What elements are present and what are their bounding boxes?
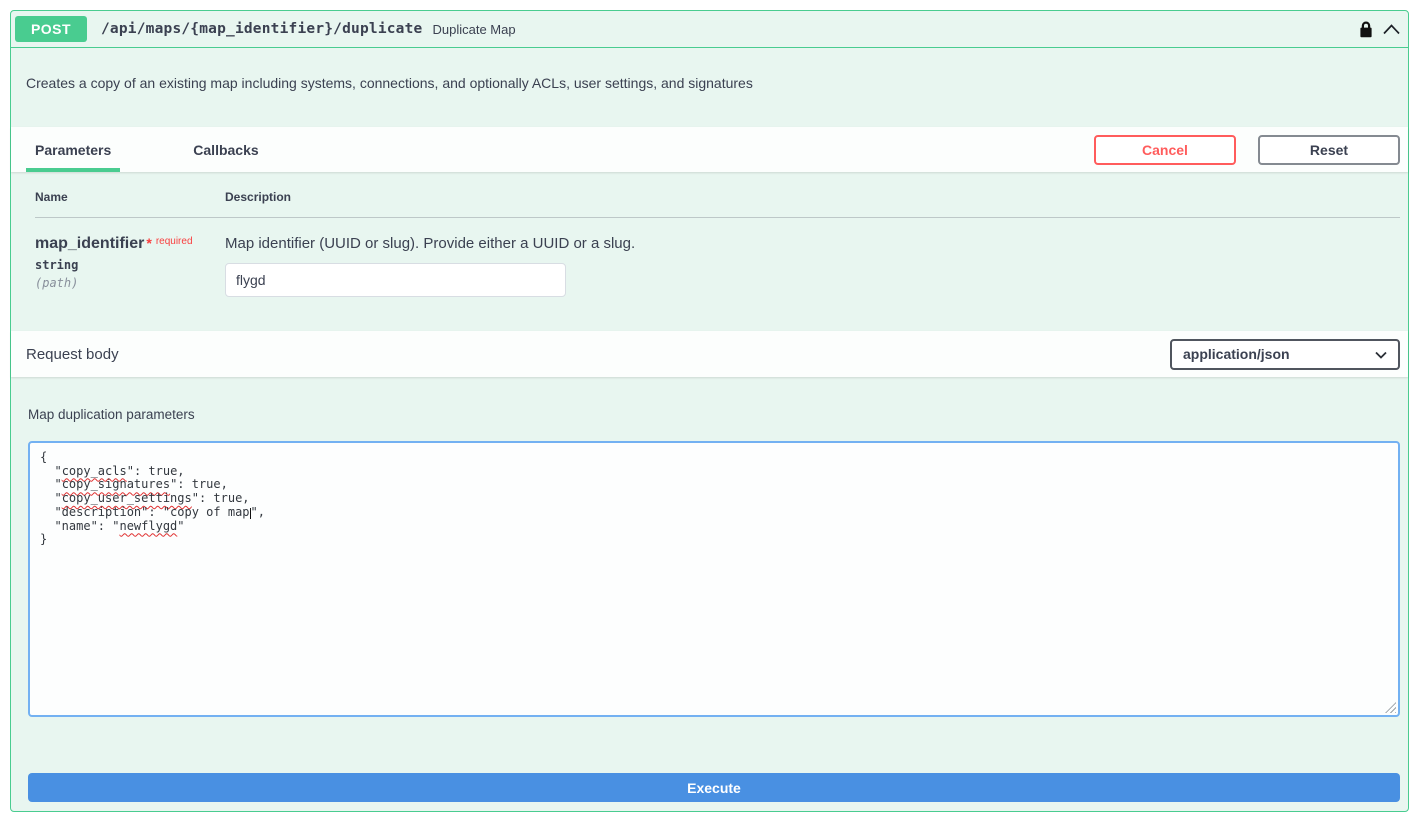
- chevron-up-icon[interactable]: [1383, 24, 1400, 35]
- body-schema-label: Map duplication parameters: [28, 407, 1400, 422]
- operation-panel: POST /api/maps/{map_identifier}/duplicat…: [10, 10, 1409, 812]
- parameters-table: Name Description map_identifier* required…: [11, 172, 1408, 331]
- content-type-select[interactable]: application/json: [1170, 339, 1400, 370]
- request-body-header: Request body application/json: [11, 331, 1408, 377]
- request-body-label: Request body: [26, 346, 119, 363]
- lock-icon[interactable]: [1358, 20, 1374, 39]
- tab-callbacks[interactable]: Callbacks: [184, 127, 267, 172]
- method-badge: POST: [15, 16, 87, 42]
- required-label: required: [156, 236, 193, 247]
- endpoint-path: /api/maps/{map_identifier}/duplicate: [101, 21, 422, 37]
- content-type-value: application/json: [1183, 346, 1290, 362]
- request-body-code: { "copy_acls": true, "copy_signatures": …: [40, 451, 1388, 547]
- parameters-header: Parameters Callbacks Cancel Reset: [11, 127, 1408, 172]
- parameter-description-cell: Map identifier (UUID or slug). Provide e…: [225, 235, 1400, 297]
- cancel-button[interactable]: Cancel: [1094, 135, 1236, 165]
- execute-button[interactable]: Execute: [28, 773, 1400, 802]
- name-column-header: Name: [35, 190, 225, 217]
- required-star: *: [146, 235, 151, 251]
- parameter-description: Map identifier (UUID or slug). Provide e…: [225, 235, 1400, 252]
- chevron-down-icon: [1375, 346, 1387, 362]
- endpoint-summary: Duplicate Map: [432, 22, 515, 37]
- operation-description: Creates a copy of an existing map includ…: [11, 48, 1408, 127]
- tab-parameters[interactable]: Parameters: [26, 127, 120, 172]
- parameter-name: map_identifier: [35, 235, 144, 252]
- description-column-header: Description: [225, 190, 1400, 217]
- parameter-location: (path): [35, 276, 225, 290]
- reset-button[interactable]: Reset: [1258, 135, 1400, 165]
- request-body-editor[interactable]: { "copy_acls": true, "copy_signatures": …: [28, 441, 1400, 717]
- parameter-row: map_identifier* required string (path) Ma…: [35, 218, 1400, 297]
- map-identifier-input[interactable]: [225, 263, 566, 297]
- request-body-section: Map duplication parameters { "copy_acls"…: [11, 377, 1408, 717]
- operation-summary[interactable]: POST /api/maps/{map_identifier}/duplicat…: [11, 11, 1408, 48]
- parameter-type: string: [35, 258, 225, 272]
- parameter-name-cell: map_identifier* required string (path): [35, 235, 225, 297]
- resize-handle[interactable]: [1385, 702, 1396, 713]
